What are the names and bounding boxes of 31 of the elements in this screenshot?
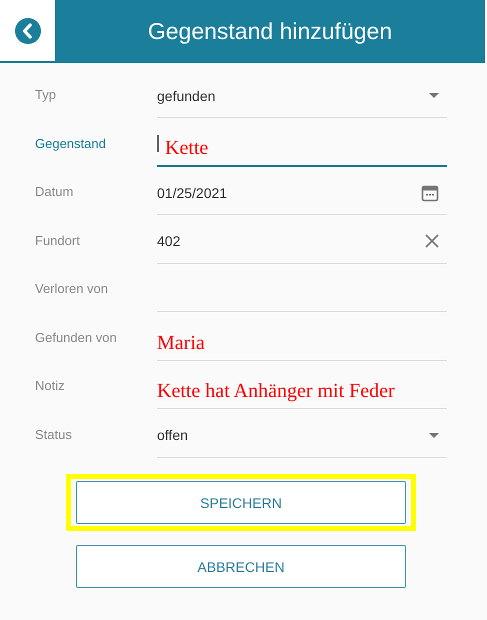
- input-field[interactable]: Kette: [157, 122, 447, 166]
- field-value: gefunden: [157, 88, 216, 104]
- field-label: Notiz: [35, 377, 66, 393]
- field-value: 402: [157, 233, 180, 249]
- field-value: Kette hat Anhänger mit Feder: [157, 379, 395, 403]
- back-icon[interactable]: [14, 18, 40, 44]
- field-value: Maria: [157, 330, 205, 354]
- calendar-icon[interactable]: [421, 184, 439, 202]
- field-label: Gefunden von: [35, 328, 118, 344]
- input-field[interactable]: Maria: [157, 316, 447, 360]
- field-label: Verloren von: [35, 280, 109, 296]
- input-field[interactable]: Kette hat Anhänger mit Feder: [157, 365, 447, 409]
- field-label: Typ: [35, 86, 57, 102]
- dropdown-icon[interactable]: [429, 432, 439, 438]
- input-field[interactable]: 01/25/2021: [157, 171, 447, 215]
- dropdown-icon[interactable]: [429, 93, 439, 98]
- field-value: 01/25/2021: [157, 184, 228, 200]
- input-field[interactable]: 402: [157, 220, 447, 264]
- field-label: Fundort: [35, 232, 81, 248]
- field-label: Datum: [35, 183, 74, 199]
- input-field[interactable]: gefunden: [157, 74, 447, 118]
- field-value: Kette: [165, 136, 208, 160]
- form-button[interactable]: SPEICHERN: [76, 481, 406, 524]
- field-label: Status: [35, 426, 73, 442]
- close-icon[interactable]: [425, 234, 439, 248]
- field-label: Gegenstand: [35, 134, 107, 150]
- form-button[interactable]: ABBRECHEN: [76, 545, 406, 588]
- input-field[interactable]: offen: [157, 414, 447, 458]
- window-title: Gegenstand hinzufügen: [148, 18, 392, 45]
- field-value: offen: [157, 427, 188, 443]
- text-cursor: [157, 135, 159, 152]
